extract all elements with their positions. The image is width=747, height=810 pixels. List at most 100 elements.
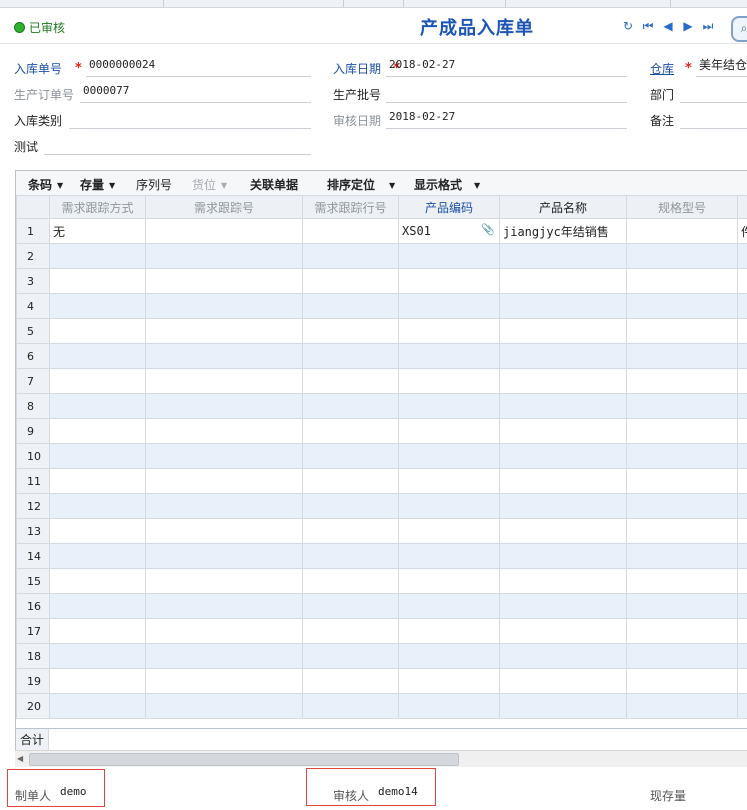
table-cell[interactable] — [398, 543, 500, 569]
batch-input[interactable] — [386, 82, 627, 103]
sort-locate-menu[interactable]: 排序定位 ▼ — [327, 176, 395, 193]
table-cell[interactable] — [49, 393, 146, 419]
table-cell[interactable] — [398, 493, 500, 519]
table-cell[interactable] — [49, 318, 146, 344]
table-cell[interactable] — [737, 493, 747, 519]
doc-no-input[interactable]: 0000000024 — [86, 56, 311, 77]
table-cell[interactable] — [49, 643, 146, 669]
table-cell[interactable] — [499, 393, 627, 419]
table-cell[interactable] — [145, 518, 303, 544]
table-cell[interactable] — [49, 618, 146, 644]
table-cell[interactable] — [737, 418, 747, 444]
table-cell[interactable] — [626, 668, 738, 694]
table-cell[interactable] — [302, 693, 399, 719]
table-cell[interactable]: 件 — [737, 218, 747, 244]
table-cell[interactable] — [737, 243, 747, 269]
table-cell[interactable] — [737, 443, 747, 469]
table-cell[interactable] — [398, 243, 500, 269]
table-cell[interactable] — [302, 518, 399, 544]
type-input[interactable] — [69, 108, 311, 129]
table-cell[interactable] — [302, 218, 399, 244]
table-cell[interactable] — [737, 318, 747, 344]
table-cell[interactable] — [499, 568, 627, 594]
table-cell[interactable] — [626, 368, 738, 394]
table-cell[interactable] — [49, 243, 146, 269]
table-cell[interactable]: jiangjyc年结销售 — [499, 218, 627, 244]
table-cell[interactable] — [398, 668, 500, 694]
table-cell[interactable] — [145, 543, 303, 569]
table-cell[interactable] — [499, 468, 627, 494]
table-cell[interactable] — [302, 243, 399, 269]
table-cell[interactable] — [626, 568, 738, 594]
table-cell[interactable] — [398, 643, 500, 669]
table-cell[interactable] — [302, 293, 399, 319]
display-format-menu[interactable]: 显示格式 ▼ — [414, 176, 480, 193]
table-row[interactable]: 3 — [16, 268, 747, 294]
table-cell[interactable] — [499, 293, 627, 319]
table-cell[interactable] — [49, 493, 146, 519]
order-no-input[interactable]: 0000077 — [80, 82, 311, 103]
column-header[interactable]: 需求跟踪方式 — [49, 195, 146, 219]
table-cell[interactable] — [499, 668, 627, 694]
table-cell[interactable] — [302, 668, 399, 694]
table-cell[interactable] — [626, 493, 738, 519]
table-cell[interactable] — [49, 368, 146, 394]
table-cell[interactable] — [626, 218, 738, 244]
table-cell[interactable] — [626, 268, 738, 294]
table-cell[interactable] — [145, 443, 303, 469]
table-row[interactable]: 11 — [16, 468, 747, 494]
table-row[interactable]: 13 — [16, 518, 747, 544]
table-cell[interactable] — [49, 268, 146, 294]
table-row[interactable]: 8 — [16, 393, 747, 419]
table-cell[interactable] — [302, 643, 399, 669]
table-cell[interactable] — [737, 268, 747, 294]
table-cell[interactable] — [499, 593, 627, 619]
table-cell[interactable] — [499, 493, 627, 519]
table-cell[interactable] — [145, 593, 303, 619]
table-cell[interactable] — [499, 243, 627, 269]
table-cell[interactable] — [145, 568, 303, 594]
table-cell[interactable] — [145, 418, 303, 444]
table-cell[interactable] — [398, 568, 500, 594]
table-cell[interactable] — [626, 418, 738, 444]
table-cell[interactable] — [49, 468, 146, 494]
table-cell[interactable] — [499, 443, 627, 469]
table-cell[interactable] — [737, 293, 747, 319]
table-cell[interactable] — [626, 243, 738, 269]
table-cell[interactable] — [626, 518, 738, 544]
table-cell[interactable] — [499, 368, 627, 394]
table-cell[interactable] — [145, 618, 303, 644]
warehouse-input[interactable]: 美年结仓 — [696, 56, 747, 77]
stock-menu[interactable]: 存量 ▼ — [80, 176, 115, 193]
table-cell[interactable] — [302, 393, 399, 419]
table-row[interactable]: 7 — [16, 368, 747, 394]
table-cell[interactable] — [145, 668, 303, 694]
table-row[interactable]: 20 — [16, 693, 747, 719]
date-input[interactable]: 2018-02-27 — [386, 56, 627, 77]
table-row[interactable]: 10 — [16, 443, 747, 469]
table-cell[interactable] — [302, 418, 399, 444]
test-input[interactable] — [44, 134, 311, 155]
table-cell[interactable] — [145, 693, 303, 719]
warehouse-label[interactable]: 仓库 — [650, 60, 674, 77]
table-cell[interactable] — [49, 418, 146, 444]
table-cell[interactable] — [626, 618, 738, 644]
table-row[interactable]: 15 — [16, 568, 747, 594]
table-cell[interactable] — [145, 243, 303, 269]
column-header[interactable]: 需求跟踪行号 — [302, 195, 399, 219]
table-cell[interactable] — [49, 543, 146, 569]
table-cell[interactable] — [626, 293, 738, 319]
table-cell[interactable] — [499, 693, 627, 719]
table-cell[interactable] — [737, 343, 747, 369]
table-cell[interactable] — [737, 693, 747, 719]
attachment-icon[interactable]: 📎 — [481, 223, 495, 236]
column-header[interactable]: 主 — [737, 195, 747, 219]
audit-date-input[interactable]: 2018-02-27 — [386, 108, 627, 129]
table-cell[interactable] — [398, 443, 500, 469]
first-record-icon[interactable]: ⏮ — [638, 17, 658, 35]
related-docs-button[interactable]: 关联单据 — [250, 176, 298, 193]
table-row[interactable]: 17 — [16, 618, 747, 644]
table-cell[interactable] — [737, 668, 747, 694]
table-cell[interactable] — [499, 318, 627, 344]
scroll-left-icon[interactable]: ◀ — [17, 753, 27, 764]
